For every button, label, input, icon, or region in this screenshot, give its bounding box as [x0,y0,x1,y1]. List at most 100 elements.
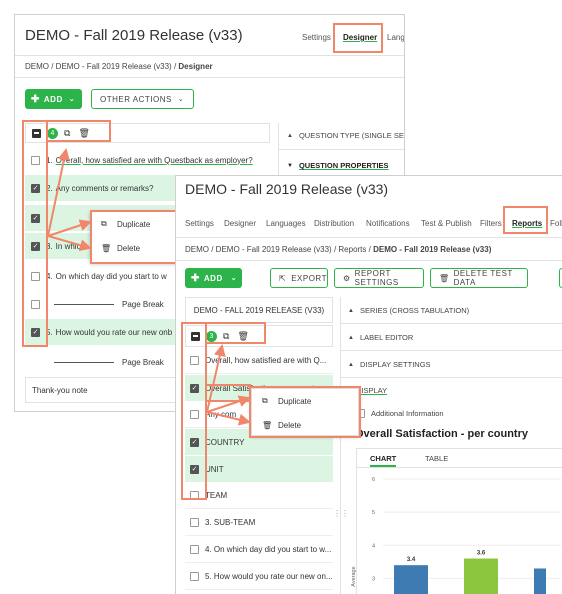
section-label: DISPLAY SETTINGS [359,360,431,369]
tab-languages[interactable]: Lang [387,33,404,42]
additional-information-label: Additional Information [371,409,444,418]
question-text: Any com [205,410,237,419]
y-tick-label: 3 [372,576,375,582]
report-settings-label: REPORT SETTINGS [354,269,399,287]
chart-title: Overall Satisfaction - per country [355,428,528,440]
chevron-down-icon: ⌄ [177,96,185,103]
tab-chart[interactable]: CHART [370,454,397,467]
add-label: ADD [43,94,63,104]
question-text: 3. SUB-TEAM [205,518,256,527]
page-title: DEMO - Fall 2019 Release (v33) [185,181,389,197]
question-text: Overall, how satisfied are with Questbac… [55,155,253,165]
tab-table-label: TABLE [425,454,449,463]
page-title: DEMO - Fall 2019 Release (v33) [25,27,243,44]
page-break-label: Page Break [122,357,164,367]
export-icon: ⇱ [279,273,287,283]
chevron-down-icon: ⌄ [68,96,76,103]
highlight-designer-tab [333,23,383,53]
trash-icon: 🗑 [439,273,450,283]
tab-distribution[interactable]: Distribution [314,219,354,228]
question-row[interactable]: 1. Overall, how satisfied are with Quest… [25,149,270,171]
highlight-chart-item [205,384,251,402]
tab-languages[interactable]: Languages [266,219,306,228]
bar-chart: 6 5 4 3 Average 3.4 3.6 [351,477,561,594]
row-checkbox[interactable] [190,545,199,554]
breadcrumb: DEMO / DEMO - Fall 2019 Release (v33) / … [25,62,213,71]
question-text: In which [55,241,86,251]
tab-filters[interactable]: Filters [480,219,502,228]
page-break-label: Page Break [122,299,164,309]
question-text: On which day did you start to w [55,271,167,281]
y-tick-label: 5 [372,510,375,516]
tab-follow[interactable]: Foll [550,219,562,228]
row-checkbox[interactable] [190,572,199,581]
question-text: UNIT [205,464,224,474]
plus-icon: ✚ [31,93,40,105]
export-label: EXPORT [291,273,327,283]
tab-settings[interactable]: Settings [185,219,214,228]
y-tick-label: 6 [372,477,375,483]
breadcrumb-survey[interactable]: DEMO - Fall 2019 Release (v33) [216,245,332,254]
highlight-front-menu [249,386,361,438]
section-label: SERIES (CROSS TABULATION) [359,306,470,315]
survey-header-label: DEMO - FALL 2019 RELEASE (V33) [193,305,325,315]
question-row[interactable]: 3. SUB-TEAM [185,510,333,536]
chart-bar[interactable] [394,565,428,594]
tab-test-publish[interactable]: Test & Publish [421,219,472,228]
chart-bar[interactable] [464,558,498,594]
breadcrumb-demo[interactable]: DEMO [185,245,209,254]
highlight-back-menu [90,210,182,264]
additional-information-option[interactable]: Additional Information [356,409,444,418]
section-label: LABEL EDITOR [359,333,414,342]
row-checkbox[interactable] [190,518,199,527]
delete-test-data-button[interactable]: 🗑 DELETE TEST DATA [430,268,528,288]
tab-chart-label: CHART [370,454,397,463]
breadcrumb-current: Designer [178,62,213,71]
panel-resize-handle[interactable]: ⋮⋮ [333,509,349,518]
series-section[interactable]: ▲ SERIES (CROSS TABULATION) [348,306,469,315]
section-label: QUESTION PROPERTIES [298,161,389,170]
section-label: QUESTION TYPE (SINGLE SE [298,131,404,140]
question-row[interactable]: ✓ UNIT [185,456,333,482]
breadcrumb-survey[interactable]: DEMO - Fall 2019 Release (v33) [56,62,172,71]
breadcrumb-current: DEMO - Fall 2019 Release (v33) [373,245,492,254]
highlight-checkbox-column [22,120,48,347]
question-row[interactable]: TEAM [185,483,333,509]
other-actions-button[interactable]: OTHER ACTIONS ⌄ [91,89,194,109]
highlight-reports-tab [503,206,548,234]
report-settings-button[interactable]: ⚙ REPORT SETTINGS [334,268,424,288]
highlight-list-toolbar [46,120,111,142]
breadcrumb: DEMO / DEMO - Fall 2019 Release (v33) / … [185,245,492,254]
display-settings-section[interactable]: ▲ DISPLAY SETTINGS [348,360,431,369]
y-axis-label: Average [351,566,357,586]
question-row[interactable]: 4. On which day did you start to w... [185,537,333,563]
add-button[interactable]: ✚ ADD ⌄ [25,89,82,109]
bar-value-label: 3.4 [407,557,416,563]
tab-notifications[interactable]: Notifications [366,219,410,228]
add-button[interactable]: ✚ ADD ⌄ [185,268,242,288]
highlight-checkbox-column [181,322,207,500]
question-type-section[interactable]: ▲ QUESTION TYPE (SINGLE SE [287,131,404,140]
chevron-down-icon: ⌄ [230,275,238,282]
tab-designer[interactable]: Designer [224,219,256,228]
breadcrumb-reports[interactable]: Reports [338,245,366,254]
question-text: TEAM [205,491,228,500]
question-text: Overall, how satisfied are with Q... [205,356,327,365]
question-properties-section[interactable]: ▼ QUESTION PROPERTIES [287,161,389,170]
question-row[interactable]: Overall, how satisfied are with Q... [185,348,333,374]
tab-settings[interactable]: Settings [302,33,331,42]
highlight-list-toolbar [205,322,266,344]
question-text: 5. How would you rate our new on... [205,572,333,581]
question-text: 4. On which day did you start to w... [205,545,332,554]
breadcrumb-demo[interactable]: DEMO [25,62,49,71]
label-editor-section[interactable]: ▲ LABEL EDITOR [348,333,413,342]
gear-icon: ⚙ [343,273,351,283]
chart-bar[interactable] [534,568,546,594]
question-text: How would you rate our new onb [55,327,173,337]
question-text: COUNTRY [205,437,245,447]
tab-table[interactable]: TABLE [425,454,448,463]
question-row[interactable]: 5. How would you rate our new on... [185,564,333,590]
plus-icon: ✚ [191,272,200,284]
export-button[interactable]: ⇱ EXPORT [270,268,328,288]
question-text: Any comments or remarks? [55,183,154,193]
